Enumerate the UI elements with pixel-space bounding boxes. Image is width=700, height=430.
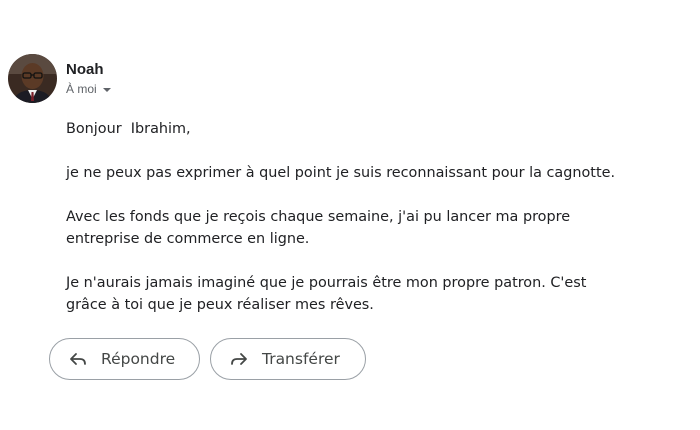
- message-paragraph: Bonjour Ibrahim,: [66, 121, 191, 137]
- chevron-down-icon: [102, 87, 111, 92]
- forward-button-label: Transférer: [262, 350, 340, 368]
- message-paragraph: je ne peux pas exprimer à quel point je …: [66, 165, 616, 181]
- recipient-details-toggle[interactable]: À moi: [66, 82, 111, 96]
- message-body: Bonjour Ibrahim, je ne peux pas exprimer…: [66, 118, 666, 338]
- forward-arrow-icon: [229, 349, 249, 369]
- message-paragraph: Avec les fonds que je reçois chaque sema…: [66, 209, 571, 247]
- reply-button[interactable]: Répondre: [49, 338, 200, 380]
- message-paragraph: Je n'aurais jamais imaginé que je pourra…: [66, 275, 587, 313]
- reply-arrow-icon: [68, 349, 88, 369]
- avatar[interactable]: [8, 54, 57, 103]
- recipient-label: À moi: [66, 82, 97, 96]
- forward-button[interactable]: Transférer: [210, 338, 366, 380]
- reply-button-label: Répondre: [101, 350, 176, 368]
- sender-name: Noah: [66, 61, 104, 78]
